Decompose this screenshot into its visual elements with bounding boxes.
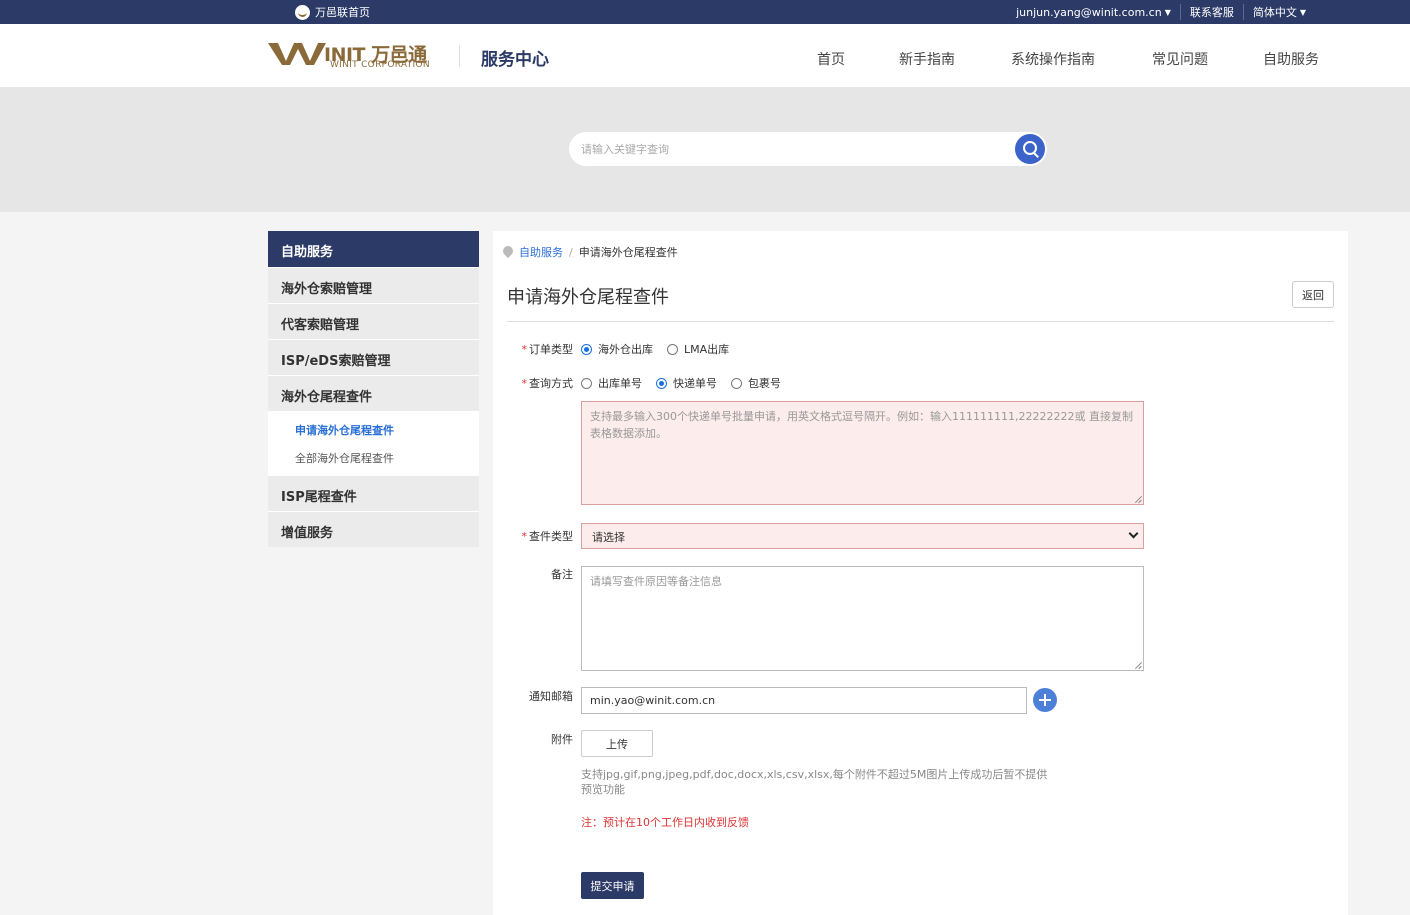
radio-label: 海外仓出库 (598, 343, 653, 356)
query-method-group: 出库单号 快递单号 包裹号 (581, 375, 795, 391)
sidebar-item-isp-eds-claims[interactable]: ISP/eDS索赔管理 (268, 339, 479, 375)
nav-operation-guide[interactable]: 系统操作指南 (1011, 49, 1095, 69)
radio-overseas-outbound[interactable] (581, 343, 592, 355)
radio-label: LMA出库 (684, 343, 730, 356)
top-bar-right: junjun.yang@winit.com.cn ▼ 联系客服 简体中文 ▼ (1007, 4, 1315, 20)
required-mark: * (521, 377, 528, 390)
breadcrumb: 自助服务 / 申请海外仓尾程查件 (503, 244, 678, 260)
home-link[interactable]: 万邑联首页 (295, 4, 370, 20)
radio-package-number[interactable] (731, 377, 742, 389)
sidebar-item-value-added[interactable]: 增值服务 (268, 511, 479, 547)
nav-guide[interactable]: 新手指南 (899, 49, 955, 69)
language-label: 简体中文 (1252, 6, 1297, 19)
chevron-down-icon: ▼ (1164, 7, 1171, 17)
header: INIT 万邑通 WINIT CORPORATION 服务中心 首页 新手指南 … (0, 24, 1410, 87)
feedback-note: 注：预计在10个工作日内收到反馈 (581, 816, 749, 829)
sidebar-item-isp-tracking[interactable]: ISP尾程查件 (268, 475, 479, 511)
attachment-hint: 支持jpg,gif,png,jpeg,pdf,doc,docx,xls,csv,… (581, 768, 1048, 796)
required-mark: * (521, 530, 528, 543)
sidebar-item-overseas-claims[interactable]: 海外仓索赔管理 (268, 267, 479, 303)
sidebar-subitem-all-tracking[interactable]: 全部海外仓尾程查件 (268, 443, 479, 471)
breadcrumb-separator: / (569, 245, 573, 259)
breadcrumb-current: 申请海外仓尾程查件 (578, 246, 678, 259)
wanyilian-logo-icon (295, 4, 310, 20)
email-value: min.yao@winit.com.cn (590, 694, 716, 707)
logo-subtitle: WINIT CORPORATION (330, 60, 430, 70)
remark-placeholder: 请填写查件原因等备注信息 (590, 575, 722, 588)
sidebar: 自助服务 海外仓索赔管理 代客索赔管理 ISP/eDS索赔管理 海外仓尾程查件 … (268, 231, 479, 547)
search-button[interactable] (1015, 134, 1045, 164)
radio-label: 出库单号 (598, 377, 642, 390)
search-band (0, 87, 1410, 212)
main-panel: 自助服务 / 申请海外仓尾程查件 申请海外仓尾程查件 返回 * 订单类型 海外仓出… (493, 231, 1348, 915)
textarea-placeholder: 支持最多输入300个快递单号批量申请，用英文格式逗号隔开。例如：输入111111… (590, 410, 1133, 440)
header-divider (459, 45, 460, 67)
sidebar-head[interactable]: 自助服务 (268, 231, 479, 267)
radio-label: 包裹号 (748, 377, 781, 390)
user-email: junjun.yang@winit.com.cn (1016, 5, 1162, 19)
query-type-select[interactable]: 请选择 (581, 523, 1144, 549)
chevron-down-icon: ▼ (1299, 7, 1306, 17)
order-type-label: * 订单类型 (521, 343, 574, 356)
order-type-group: 海外仓出库 LMA出库 (581, 341, 743, 357)
back-button[interactable]: 返回 (1292, 281, 1334, 308)
sidebar-item-proxy-claims[interactable]: 代客索赔管理 (268, 303, 479, 339)
language-menu[interactable]: 简体中文 ▼ (1242, 4, 1315, 20)
attachment-label: 附件 (551, 733, 573, 746)
sidebar-subitem-apply-tracking[interactable]: 申请海外仓尾程查件 (268, 415, 479, 443)
nav-faq[interactable]: 常见问题 (1152, 49, 1208, 69)
nav-self-service[interactable]: 自助服务 (1263, 49, 1319, 69)
submit-button[interactable]: 提交申请 (581, 872, 644, 899)
chevron-down-icon (1128, 528, 1139, 539)
query-method-label: * 查询方式 (521, 377, 574, 390)
winit-logo[interactable]: INIT 万邑通 WINIT CORPORATION (268, 40, 440, 72)
top-bar: 万邑联首页 junjun.yang@winit.com.cn ▼ 联系客服 简体… (0, 0, 1410, 24)
query-type-label: * 查件类型 (521, 530, 574, 543)
radio-outbound-number[interactable] (581, 377, 592, 389)
winit-w-logo-icon (268, 43, 326, 65)
query-type-value: 请选择 (592, 531, 625, 544)
nav-home[interactable]: 首页 (817, 49, 845, 69)
tracking-numbers-textarea[interactable]: 支持最多输入300个快递单号批量申请，用英文格式逗号隔开。例如：输入111111… (581, 401, 1144, 505)
contact-label: 联系客服 (1189, 6, 1234, 19)
email-field[interactable]: min.yao@winit.com.cn (581, 687, 1027, 714)
resize-handle-icon[interactable] (1134, 495, 1142, 503)
contact-link[interactable]: 联系客服 (1179, 4, 1243, 20)
page-title: 申请海外仓尾程查件 (507, 287, 669, 308)
radio-label: 快递单号 (673, 377, 717, 390)
required-mark: * (521, 343, 528, 356)
location-pin-icon (503, 246, 513, 258)
sidebar-submenu: 申请海外仓尾程查件 全部海外仓尾程查件 (268, 411, 479, 475)
search-box (569, 132, 1047, 166)
remark-textarea[interactable]: 请填写查件原因等备注信息 (581, 566, 1144, 671)
add-email-button[interactable] (1033, 688, 1057, 712)
title-divider (507, 321, 1334, 322)
resize-handle-icon[interactable] (1134, 661, 1142, 669)
service-center-title: 服务中心 (481, 50, 549, 70)
sidebar-item-overseas-tracking[interactable]: 海外仓尾程查件 (268, 375, 479, 411)
user-menu[interactable]: junjun.yang@winit.com.cn ▼ (1007, 6, 1180, 19)
search-input[interactable] (581, 140, 1001, 158)
remark-label: 备注 (551, 568, 573, 581)
home-label: 万邑联首页 (315, 6, 370, 19)
email-label: 通知邮箱 (529, 690, 573, 703)
radio-express-number[interactable] (656, 377, 667, 389)
breadcrumb-root[interactable]: 自助服务 (519, 244, 563, 260)
radio-lma-outbound[interactable] (667, 343, 678, 355)
upload-button[interactable]: 上传 (581, 730, 653, 757)
